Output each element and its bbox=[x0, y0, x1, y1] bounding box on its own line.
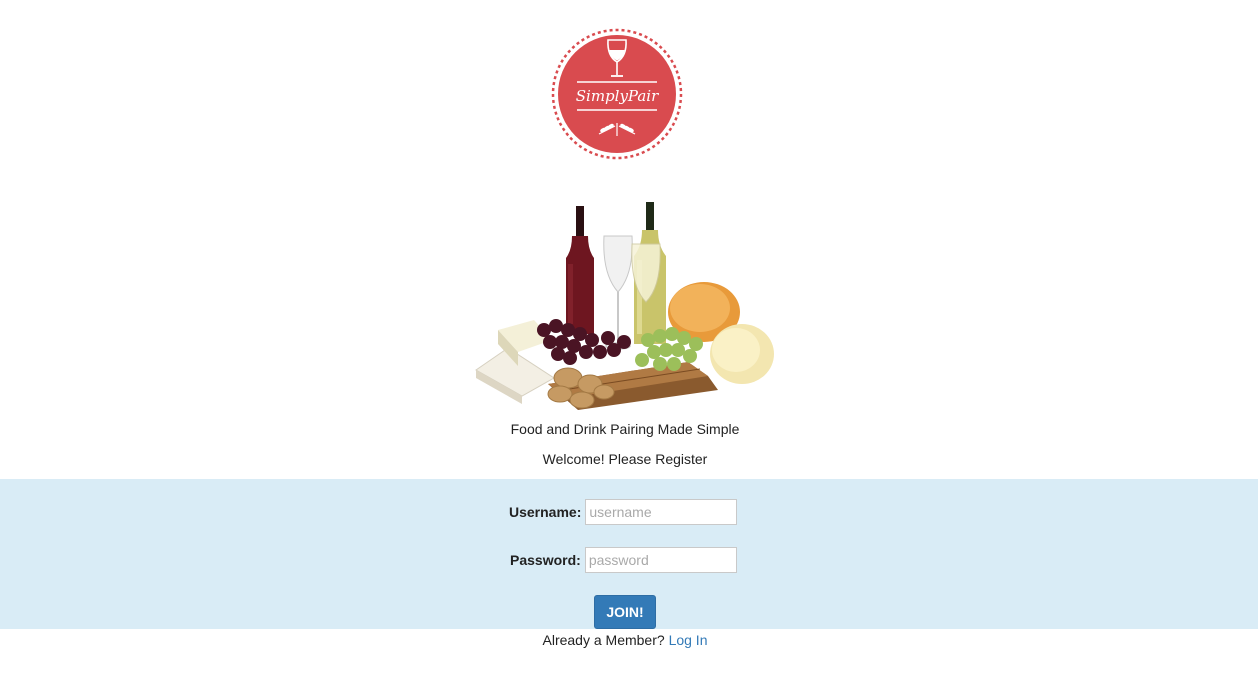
username-label: Username: bbox=[509, 504, 582, 520]
tagline: Food and Drink Pairing Made Simple bbox=[510, 421, 740, 437]
login-link[interactable]: Log In bbox=[669, 632, 708, 648]
username-row: Username: bbox=[509, 499, 738, 525]
already-member-text: Already a Member? bbox=[542, 632, 665, 648]
username-input[interactable] bbox=[585, 499, 738, 525]
join-button[interactable]: JOIN! bbox=[594, 595, 656, 629]
password-row: Password: bbox=[510, 547, 737, 573]
wine-cheese-image bbox=[468, 194, 780, 416]
logo-badge: SimplyPair bbox=[551, 28, 683, 160]
simplypair-logo: SimplyPair bbox=[551, 28, 683, 160]
password-label: Password: bbox=[510, 552, 581, 568]
welcome-message: Welcome! Please Register bbox=[542, 451, 708, 467]
logo-wordmark: SimplyPair bbox=[576, 87, 659, 105]
register-page: SimplyPair Food and Drink Pairing Made S… bbox=[0, 0, 1258, 673]
password-input[interactable] bbox=[584, 547, 737, 573]
login-prompt: Already a Member? Log In bbox=[0, 631, 1250, 649]
